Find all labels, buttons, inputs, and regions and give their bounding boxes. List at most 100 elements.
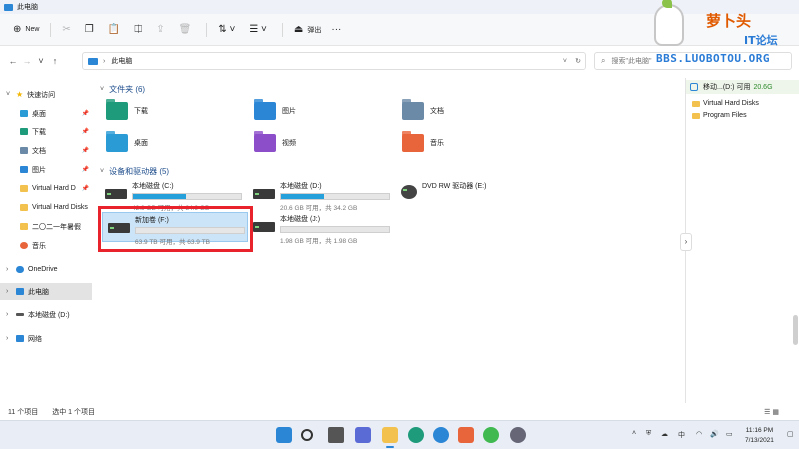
recent-dropdown-icon[interactable]: ˅ [34, 56, 48, 66]
search-icon[interactable] [301, 429, 313, 441]
folder-documents[interactable]: 文档 [402, 99, 552, 123]
folder-desktop[interactable]: 桌面 [106, 131, 256, 155]
status-item-count: 11 个项目 [8, 409, 39, 416]
chevron-right-icon[interactable]: › [6, 335, 16, 342]
sidebar-item-desktop[interactable]: 桌面 📌 [0, 105, 92, 122]
sidebar-item-music[interactable]: 音乐 [0, 237, 92, 254]
toolbar-divider [281, 22, 283, 37]
notification-icon[interactable]: ▢ [787, 430, 794, 438]
forward-arrow-icon[interactable]: → [20, 56, 34, 66]
preview-header: 移动...(D:) 可用 20.6G [686, 80, 799, 94]
battery-icon[interactable]: ▭ [726, 430, 733, 438]
desktop-folder-icon [106, 131, 128, 152]
toolbar-divider [50, 22, 52, 37]
scrollbar-thumb[interactable] [793, 315, 798, 345]
task-view-icon[interactable] [328, 427, 344, 443]
widgets-icon[interactable] [355, 427, 371, 443]
drive-j[interactable]: 本地磁盘 (J:) 1.98 GB 可用，共 1.98 GB [248, 212, 398, 245]
delete-button[interactable]: 🗑 [174, 20, 201, 40]
sidebar-item-label: 图片 [32, 166, 46, 174]
chevron-right-icon[interactable]: › [6, 266, 16, 273]
chevron-up-icon[interactable]: ˄ [632, 430, 636, 437]
cut-button[interactable]: ✂ [57, 20, 79, 40]
status-selected-count: 选中 1 个项目 [52, 409, 96, 416]
taskbar: ˄ ⛨ ☁ 中 ◠ 🔊 ▭ 11:16 PM 7/13/2021 ▢ [0, 420, 799, 449]
folder-videos[interactable]: 视频 [254, 131, 404, 155]
folder-music[interactable]: 音乐 [402, 131, 552, 155]
wechat-icon[interactable] [483, 427, 499, 443]
sidebar-item-local-disk-d[interactable]: › 本地磁盘 (D:) [0, 306, 92, 323]
toolbar-divider [206, 22, 208, 37]
refresh-icon[interactable]: ↻ [575, 57, 581, 65]
preview-item[interactable]: Program Files [692, 110, 747, 121]
sidebar-item-virtual-hard-disks[interactable]: Virtual Hard Disks [0, 199, 92, 216]
up-arrow-icon[interactable]: ↑ [48, 56, 62, 66]
drive-d[interactable]: 本地磁盘 (D:) 20.6 GB 可用，共 34.2 GB [248, 179, 398, 212]
browser-icon[interactable] [433, 427, 449, 443]
music-folder-icon [402, 131, 424, 152]
sidebar-item-label: 文档 [32, 147, 46, 155]
sidebar-item-network[interactable]: › 网络 [0, 330, 92, 347]
drive-c[interactable]: 本地磁盘 (C:) 42.9 GB 可用，共 84.9 GB [100, 179, 250, 212]
sidebar-item-downloads[interactable]: 下载 📌 [0, 123, 92, 140]
settings-gear-icon[interactable] [510, 427, 526, 443]
view-mode-icons[interactable]: ☰ ▦ [764, 408, 779, 416]
drive-usage-bar [280, 226, 390, 233]
more-button[interactable]: ··· [326, 20, 350, 40]
volume-icon[interactable]: 🔊 [710, 430, 719, 438]
sidebar-item-documents[interactable]: 文档 📌 [0, 142, 92, 159]
radish-mascot-icon [654, 0, 684, 46]
drive-icon [253, 222, 275, 232]
share-button[interactable]: ⇪ [151, 20, 173, 40]
this-pc-icon [4, 3, 13, 11]
chevron-right-icon[interactable]: › [6, 311, 16, 318]
rename-button[interactable]: ⎅ [129, 20, 151, 40]
input-method-label[interactable]: 中 [678, 430, 685, 440]
edge-icon[interactable] [408, 427, 424, 443]
folders-section-header[interactable]: ˅ 文件夹 (6) [100, 84, 145, 95]
copy-icon: ❐ [84, 24, 94, 35]
drive-d-details: 本地磁盘 (D:) 20.6 GB 可用，共 34.2 GB [280, 179, 390, 212]
sidebar-item-this-pc[interactable]: › 此电脑 [0, 283, 92, 300]
window-title: 此电脑 [17, 4, 38, 11]
drive-e-dvd[interactable]: DVD RW 驱动器 (E:) [396, 179, 546, 209]
chevron-down-icon[interactable]: ˅ [563, 58, 567, 65]
clock[interactable]: 11:16 PM 7/13/2021 [745, 426, 774, 446]
preview-collapse-button[interactable]: › [680, 233, 692, 251]
chevron-down-icon[interactable]: ˅ [6, 91, 16, 98]
copy-button[interactable]: ❐ [80, 20, 103, 40]
start-icon[interactable] [276, 427, 292, 443]
sidebar-item-quick-access[interactable]: ˅ ★ 快速访问 [0, 86, 92, 103]
address-bar[interactable]: › 此电脑 ˅ ↻ [82, 52, 586, 70]
eject-button[interactable]: ⏏ 弹出 [289, 20, 326, 40]
folder-label: 下载 [134, 108, 148, 115]
drives-section-header[interactable]: ˅ 设备和驱动器 (5) [100, 166, 169, 177]
shield-icon[interactable]: ⛨ [646, 430, 651, 438]
sidebar-item-onedrive[interactable]: › OneDrive [0, 261, 92, 278]
share-icon: ⇪ [156, 24, 165, 35]
view-button[interactable]: ☰ ˅ [244, 20, 276, 40]
wifi-icon[interactable]: ◠ [696, 430, 702, 438]
preview-drive-label: 移动...(D:) 可用 [703, 84, 751, 91]
cloud-icon[interactable]: ☁ [661, 430, 668, 438]
paste-button[interactable]: 📋 [103, 20, 129, 40]
chevron-right-icon: › [103, 57, 106, 65]
file-explorer-icon[interactable] [382, 427, 398, 448]
folder-pictures[interactable]: 图片 [254, 99, 404, 123]
app-icon[interactable] [458, 427, 474, 443]
sidebar-item-label: 桌面 [32, 110, 46, 118]
drive-name: 本地磁盘 (J:) [280, 216, 321, 223]
preview-item[interactable]: Virtual Hard Disks [692, 98, 759, 109]
sort-button[interactable]: ⇅ ˅ [213, 20, 244, 40]
rename-icon: ⎅ [134, 24, 143, 35]
back-arrow-icon[interactable]: ← [6, 56, 20, 66]
folder-downloads[interactable]: 下载 [106, 99, 256, 123]
plus-circle-icon: ⊕ [13, 24, 22, 35]
sidebar-item-summer-2021[interactable]: 二〇二一年暑假 [0, 218, 92, 235]
sidebar-item-pictures[interactable]: 图片 📌 [0, 161, 92, 178]
sidebar-item-virtual-hard-d[interactable]: Virtual Hard D 📌 [0, 180, 92, 197]
new-button[interactable]: ⊕ New [8, 20, 44, 40]
view-list-icon: ☰ ˅ [249, 24, 267, 35]
chevron-right-icon[interactable]: › [6, 288, 16, 295]
network-icon [16, 335, 24, 342]
